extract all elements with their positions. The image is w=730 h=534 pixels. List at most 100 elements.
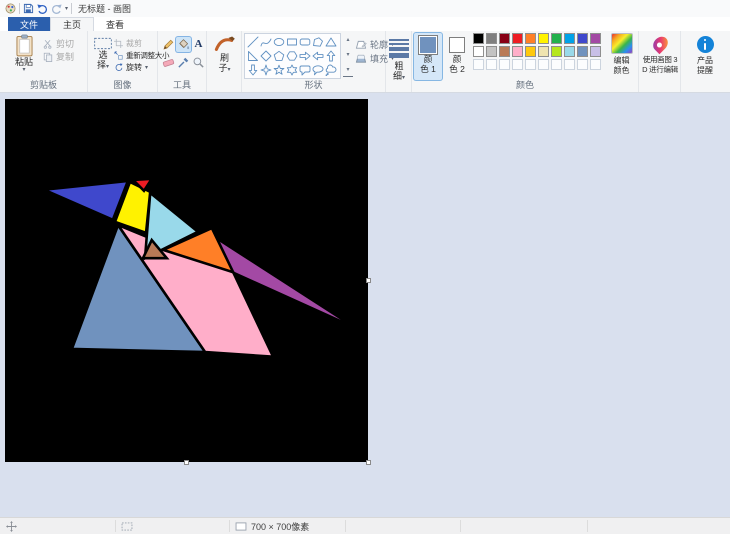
statusbar-divider [229,520,230,532]
palette-empty-cell[interactable] [590,59,601,70]
shape-pentagon[interactable] [272,49,285,63]
palette-color[interactable] [486,33,497,44]
palette-color[interactable] [525,33,536,44]
palette-color[interactable] [538,46,549,57]
size-button[interactable]: 粗 细▾ [388,37,410,81]
palette-color[interactable] [473,46,484,57]
shape-star-6[interactable] [285,63,298,77]
magnifier-tool-button[interactable] [191,55,206,70]
tab-view[interactable]: 查看 [94,17,136,31]
palette-color[interactable] [486,46,497,57]
palette-color[interactable] [499,46,510,57]
color2-swatch [449,37,465,53]
tab-home[interactable]: 主页 [50,17,95,31]
tab-file[interactable]: 文件 [8,17,51,31]
tools-group-label: 工具 [172,80,191,90]
paste-button[interactable]: 粘贴 ▾ [7,34,41,73]
shape-diamond[interactable] [259,49,272,63]
shape-curve[interactable] [259,35,272,49]
text-tool-button[interactable]: A [191,37,206,52]
crop-button[interactable]: 裁剪 [114,38,142,49]
canvas-resize-handle-corner[interactable] [366,460,371,465]
color1-label-2: 色 1 [420,63,436,74]
select-button[interactable]: 选 择▾ [91,37,115,70]
palette-empty-cell[interactable] [486,59,497,70]
palette-color[interactable] [577,46,588,57]
eraser-tool-button[interactable] [161,55,176,70]
save-icon[interactable] [23,2,34,15]
palette-empty-cell[interactable] [551,59,562,70]
shape-callout-rounded[interactable] [298,63,311,77]
shape-hexagon[interactable] [285,49,298,63]
palette-color[interactable] [551,46,562,57]
palette-color[interactable] [512,46,523,57]
palette-empty-cell[interactable] [473,59,484,70]
scissors-icon [43,39,52,49]
color-picker-tool-button[interactable] [176,55,191,70]
palette-empty-cell[interactable] [577,59,588,70]
palette-empty-cell[interactable] [512,59,523,70]
shapes-scroll-up-icon[interactable]: ▴ [343,34,353,46]
rotate-button[interactable]: 旋转 ▾ [114,62,148,73]
canvas-resize-handle-bottom[interactable] [184,460,189,465]
palette-color[interactable] [577,33,588,44]
palette-empty-cell[interactable] [525,59,536,70]
shapes-more-icon[interactable]: ▾ [343,64,353,77]
colors-group-label: 颜色 [515,80,534,90]
shape-triangle[interactable] [324,35,337,49]
shape-oval[interactable] [272,35,285,49]
palette-color[interactable] [512,33,523,44]
brushes-button[interactable]: 刷 子▾ [211,35,238,73]
shape-arrow-up[interactable] [324,49,337,63]
fill-tool-button[interactable] [176,37,191,52]
edit-colors-button[interactable]: 编辑 颜色 [605,33,638,75]
paint-window: ▾ 无标题 - 画图 文件 主页 查看 粘贴 ▾ 剪切 复制 剪贴板 选 择▾ … [0,0,730,534]
shape-rounded-rectangle[interactable] [298,35,311,49]
alerts-group: 产品 提醒 [681,31,730,92]
palette-color[interactable] [551,33,562,44]
paint3d-group: 使用画图 3 D 进行编辑 [639,31,681,92]
palette-color[interactable] [525,46,536,57]
shape-arrow-down[interactable] [246,63,259,77]
product-alerts-button[interactable]: 产品 提醒 [686,35,724,76]
statusbar-divider [115,520,116,532]
pencil-tool-button[interactable] [161,37,176,52]
shape-arrow-right[interactable] [298,49,311,63]
copy-button[interactable]: 复制 [43,50,74,63]
text-tool-icon: A [194,38,203,50]
paint-canvas[interactable] [5,99,368,462]
statusbar-divider [587,520,588,532]
palette-empty-cell[interactable] [538,59,549,70]
cut-label: 剪切 [56,39,75,49]
paint3d-label-1: 使用画图 3 [642,55,678,64]
color1-button[interactable]: 颜 色 1 [414,33,442,80]
shape-right-triangle[interactable] [246,49,259,63]
shape-star-5[interactable] [272,63,285,77]
canvas-resize-handle-right[interactable] [366,278,371,283]
color2-button[interactable]: 颜 色 2 [444,33,470,80]
shape-star-4[interactable] [259,63,272,77]
shape-callout-oval[interactable] [311,63,324,77]
palette-color[interactable] [564,33,575,44]
toolbar-more-chevron-icon[interactable]: ▾ [65,2,68,15]
brushes-group: 刷 子▾ [207,31,242,92]
shape-rectangle[interactable] [285,35,298,49]
shape-arrow-left[interactable] [311,49,324,63]
redo-icon[interactable] [51,2,62,15]
shape-line[interactable] [246,35,259,49]
cut-button[interactable]: 剪切 [43,37,74,50]
palette-color[interactable] [564,46,575,57]
palette-color[interactable] [590,46,601,57]
palette-empty-cell[interactable] [564,59,575,70]
undo-icon[interactable] [37,2,48,15]
paint3d-button[interactable]: 使用画图 3 D 进行编辑 [640,33,680,75]
palette-empty-cell[interactable] [499,59,510,70]
palette-color[interactable] [538,33,549,44]
shape-callout-cloud[interactable] [324,63,337,77]
palette-color[interactable] [590,33,601,44]
shapes-scroll-down-icon[interactable]: ▾ [343,49,353,61]
palette-color[interactable] [499,33,510,44]
palette-color[interactable] [473,33,484,44]
shape-polygon[interactable] [311,35,324,49]
selection-rectangle-icon [94,37,112,50]
